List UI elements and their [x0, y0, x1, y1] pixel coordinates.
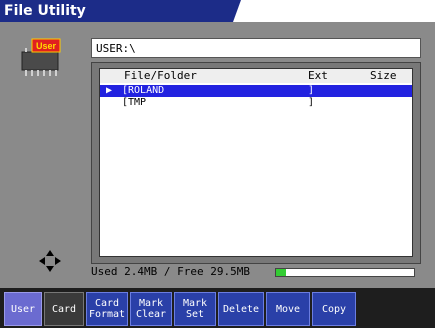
move-button[interactable]: Move	[266, 292, 310, 326]
header-name: File/Folder	[124, 69, 197, 82]
card-format-button[interactable]: Card Format	[86, 292, 128, 326]
item-name: [ROLAND	[122, 85, 165, 96]
list-item-tmp[interactable]: [TMP ]	[100, 97, 412, 109]
cursor-arrows-icon	[38, 249, 62, 273]
tab-user[interactable]: User	[4, 292, 42, 326]
selection-arrow-icon: ▶	[106, 85, 113, 96]
chip-label: User	[36, 41, 57, 51]
tab-card[interactable]: Card	[44, 292, 84, 326]
memory-chip-icon: User	[18, 38, 64, 78]
storage-meter	[275, 268, 415, 277]
mark-clear-button[interactable]: Mark Clear	[130, 292, 172, 326]
window-title: File Utility	[0, 0, 241, 22]
file-list[interactable]: File/Folder Ext Size ▶ [ROLAND ] [TMP ]	[99, 68, 413, 257]
list-item-roland[interactable]: ▶ [ROLAND ]	[100, 85, 412, 97]
copy-button[interactable]: Copy	[312, 292, 356, 326]
item-ext: ]	[308, 97, 315, 108]
delete-button[interactable]: Delete	[218, 292, 264, 326]
list-header: File/Folder Ext Size	[100, 69, 412, 83]
header-ext: Ext	[308, 69, 328, 82]
item-ext: ]	[308, 85, 315, 96]
storage-meter-fill	[276, 269, 287, 276]
titlebar: File Utility	[0, 0, 435, 22]
header-size: Size	[370, 69, 397, 82]
mark-set-button[interactable]: Mark Set	[174, 292, 216, 326]
path-field: USER:\	[91, 38, 421, 58]
storage-status: Used 2.4MB / Free 29.5MB	[91, 265, 250, 278]
file-utility-screen: File Utility User USER:\ File/Folder Ext…	[0, 0, 435, 328]
item-name: [TMP	[122, 97, 147, 108]
